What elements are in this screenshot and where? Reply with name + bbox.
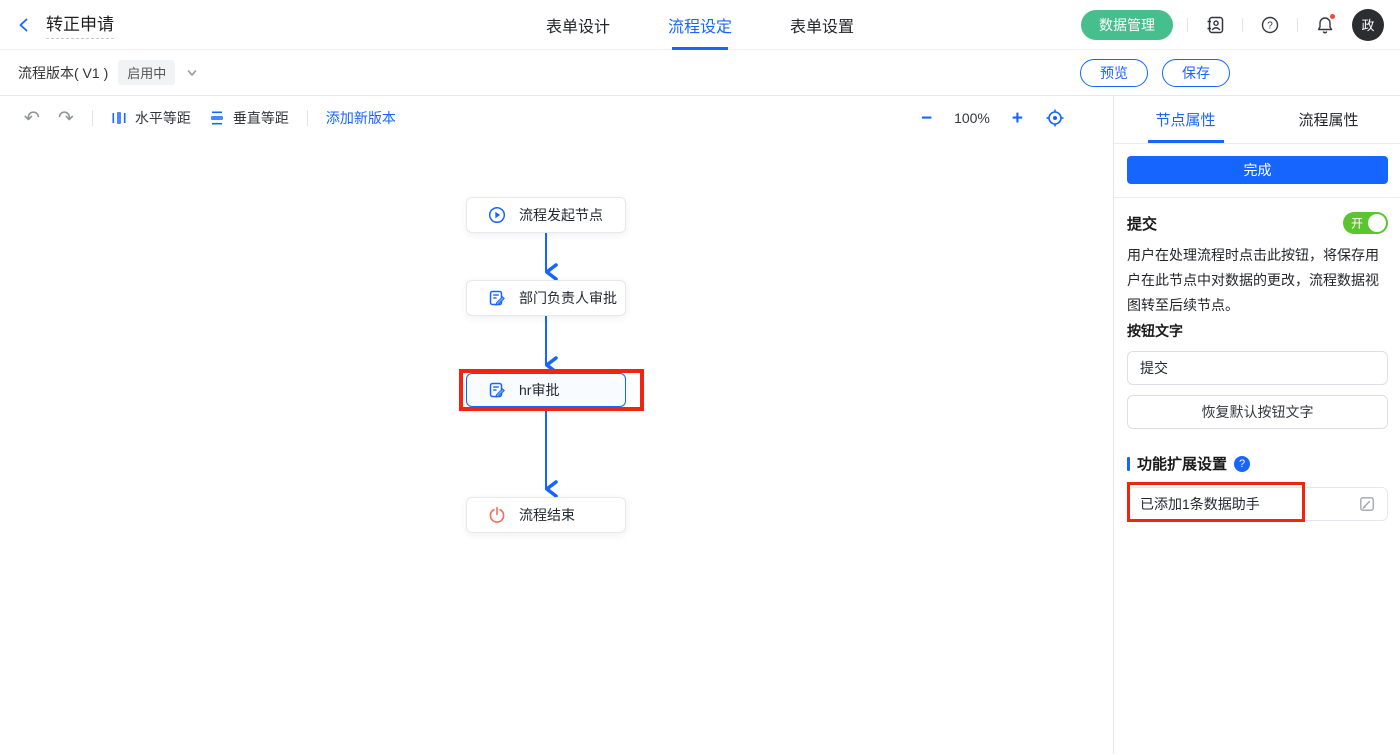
button-text-label: 按钮文字 [1127,323,1183,339]
flow-node-start[interactable]: 流程发起节点 [466,197,626,233]
zoom-controls: − 100% + [921,108,1089,128]
add-version-link[interactable]: 添加新版本 [326,108,396,128]
vertical-spacing-label: 垂直等距 [232,110,289,126]
extension-title: 功能扩展设置 [1137,456,1228,473]
edit-pencil-icon[interactable] [1359,496,1375,512]
back-button[interactable] [16,17,32,33]
flow-node-dept-approval[interactable]: 部门负责人审批 [466,280,626,316]
flow-node-label: hr审批 [519,382,560,398]
divider [306,110,308,126]
zoom-in-icon[interactable]: + [1012,109,1023,128]
flow-canvas[interactable]: 流程发起节点 部门负责人审批 hr审批 流程结束 [0,140,1113,754]
flow-node-label: 流程发起节点 [519,207,603,223]
help-icon[interactable]: ? [1257,12,1283,38]
chevron-down-icon[interactable] [185,66,199,80]
submit-label: 提交 [1127,215,1158,233]
data-manage-button[interactable]: 数据管理 [1081,9,1173,40]
svg-text:?: ? [1267,20,1273,31]
version-actions: 预览 保存 [1080,58,1382,87]
bell-icon[interactable] [1312,12,1338,38]
flow-node-end[interactable]: 流程结束 [466,497,626,533]
page-title[interactable]: 转正申请 [46,10,114,39]
chevron-left-icon [19,18,28,31]
button-text-input[interactable] [1127,351,1388,385]
horizontal-spacing-button[interactable]: 水平等距 [111,108,191,128]
divider [1297,17,1298,32]
horizontal-spacing-icon [112,112,126,124]
divider [1114,197,1400,198]
extension-section-header: 功能扩展设置 ? [1127,453,1388,474]
restore-default-button[interactable]: 恢复默认按钮文字 [1127,395,1388,429]
tab-form-design[interactable]: 表单设计 [546,0,610,50]
approval-doc-icon [489,382,505,398]
horizontal-spacing-label: 水平等距 [134,110,191,126]
version-label: 流程版本( V1 ) [18,64,109,81]
status-badge: 启用中 [118,60,176,85]
vertical-spacing-button[interactable]: 垂直等距 [209,108,289,128]
toggle-knob [1368,214,1386,232]
undo-icon[interactable]: ↶ [24,109,40,128]
header-tabs: 表单设计 流程设定 表单设置 [546,0,854,50]
divider [91,110,93,126]
divider [1187,17,1188,32]
help-circle-icon[interactable]: ? [1234,455,1251,472]
submit-description: 用户在处理流程时点击此按钮，将保存用户在此节点中对数据的更改，流程数据视图转至后… [1127,247,1379,313]
flow-node-label: 流程结束 [519,507,575,523]
header-actions: 数据管理 ? 政 [1081,8,1384,41]
section-accent-bar [1127,456,1130,471]
zoom-out-icon[interactable]: − [921,109,932,128]
zoom-level: 100% [954,110,990,126]
locate-icon[interactable] [1045,108,1065,128]
avatar[interactable]: 政 [1352,8,1384,41]
divider [1242,17,1243,32]
notification-dot [1329,12,1336,20]
panel-tabs: 节点属性 流程属性 [1114,96,1400,144]
preview-button[interactable]: 预览 [1080,58,1148,87]
main-area: ↶ ↷ 水平等距 垂直等距 添加新版本 − 100% + 流程发起节点 部门负责… [0,96,1400,754]
data-assist-wrap: 已添加1条数据助手 [1127,482,1388,522]
tab-flow-properties[interactable]: 流程属性 [1257,96,1400,143]
approval-doc-icon [489,290,505,306]
tab-flow-setting[interactable]: 流程设定 [668,0,732,50]
power-icon [489,506,505,523]
version-bar: 流程版本( V1 ) 启用中 预览 保存 [0,50,1400,96]
tab-node-properties[interactable]: 节点属性 [1114,96,1257,143]
flow-editor: ↶ ↷ 水平等距 垂直等距 添加新版本 − 100% + 流程发起节点 部门负责… [0,96,1113,754]
submit-setting-row: 提交 开 [1127,212,1388,234]
top-header: 转正申请 表单设计 流程设定 表单设置 数据管理 ? 政 [0,0,1400,50]
vertical-spacing-icon [210,111,223,125]
data-assist-row[interactable]: 已添加1条数据助手 [1127,487,1388,521]
save-button[interactable]: 保存 [1162,58,1230,87]
canvas-toolbar: ↶ ↷ 水平等距 垂直等距 添加新版本 − 100% + [0,96,1113,140]
redo-icon[interactable]: ↷ [58,109,74,128]
contact-book-icon[interactable] [1202,12,1228,38]
tab-form-setting[interactable]: 表单设置 [790,0,854,50]
properties-panel: 节点属性 流程属性 完成 提交 开 用户在处理流程时点击此按钮，将保存用户在此节… [1113,96,1400,754]
flow-node-label: 部门负责人审批 [519,290,617,306]
complete-button[interactable]: 完成 [1127,156,1388,184]
submit-toggle[interactable]: 开 [1343,212,1388,234]
flow-node-hr-approval[interactable]: hr审批 [466,373,626,407]
play-circle-icon [488,206,506,224]
panel-body: 完成 提交 开 用户在处理流程时点击此按钮，将保存用户在此节点中对数据的更改，流… [1114,144,1400,522]
toggle-on-text: 开 [1351,216,1364,231]
data-assist-text: 已添加1条数据助手 [1140,496,1260,512]
